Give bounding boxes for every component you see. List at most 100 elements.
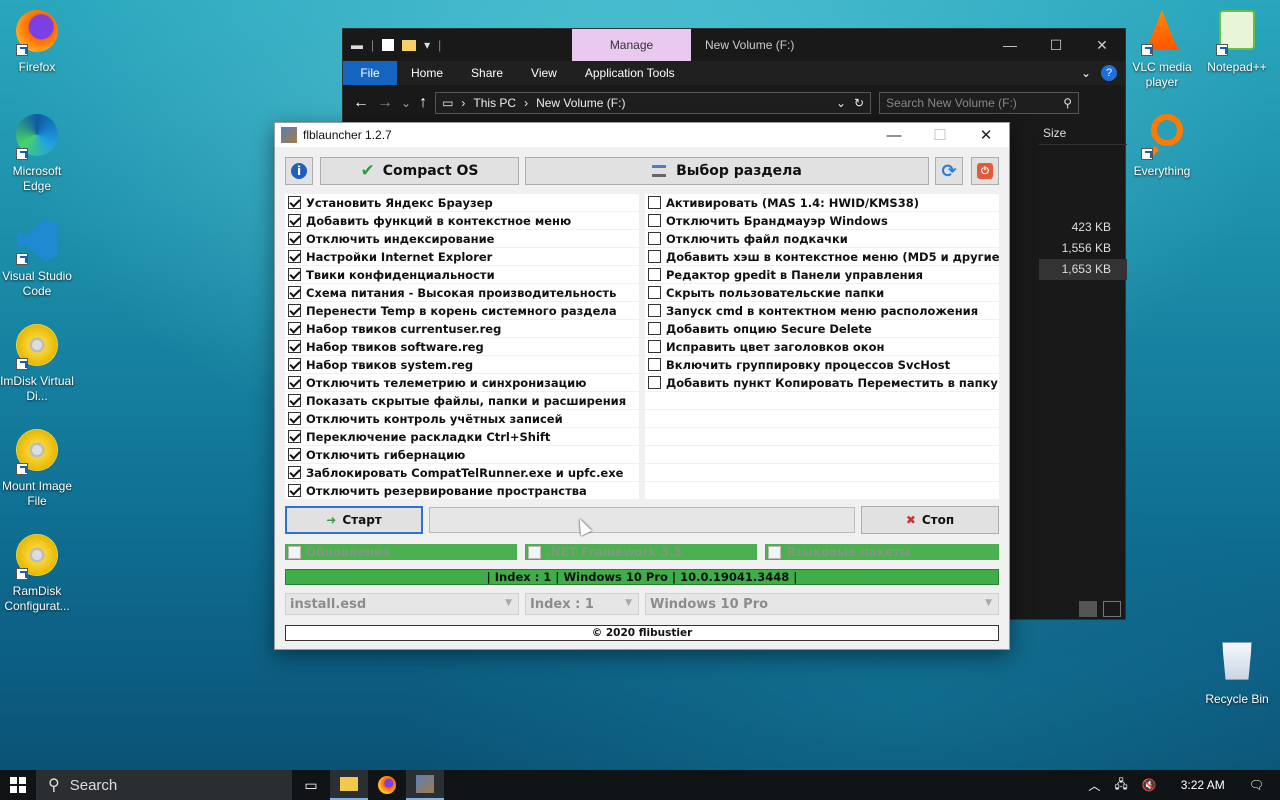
desktop-icon-ramdisk[interactable]: RamDisk Configurat... [0, 532, 74, 614]
option-row[interactable]: Отключить файл подкачки [645, 230, 999, 247]
option-row[interactable]: Редактор gpedit в Панели управления [645, 266, 999, 283]
option-row[interactable]: Отключить телеметрию и синхронизацию [285, 374, 639, 391]
tab-share[interactable]: Share [457, 66, 517, 80]
option-row[interactable]: Запуск cmd в контектном меню расположени… [645, 302, 999, 319]
option-checkbox[interactable] [288, 412, 301, 425]
option-checkbox[interactable] [288, 394, 301, 407]
chevron-down-icon[interactable]: ⌄ [1081, 66, 1091, 80]
desktop-icon-imdisk[interactable]: ImDisk Virtual Di... [0, 322, 74, 404]
taskbar-flblauncher[interactable] [406, 770, 444, 800]
chevron-down-icon[interactable]: ▾ [424, 38, 430, 52]
start-button[interactable]: ➜ Старт [285, 506, 423, 534]
chevron-up-icon[interactable]: ︿ [1088, 777, 1100, 794]
option-checkbox[interactable] [648, 196, 661, 209]
option-row[interactable]: Отключить Брандмауэр Windows [645, 212, 999, 229]
option-checkbox[interactable] [648, 214, 661, 227]
tab-view[interactable]: View [517, 66, 571, 80]
desktop-icon-edge[interactable]: Microsoft Edge [0, 112, 74, 194]
option-checkbox[interactable] [288, 286, 301, 299]
option-row[interactable]: Заблокировать CompatTelRunner.exe и upfc… [285, 464, 639, 481]
option-row[interactable]: Добавить опцию Secure Delete [645, 320, 999, 337]
desktop-icon-vlc[interactable]: VLC media player [1125, 8, 1199, 90]
breadcrumb-volume[interactable]: New Volume (F:) [536, 96, 625, 110]
task-view-button[interactable]: ▭ [292, 770, 330, 800]
search-input[interactable]: Search New Volume (F:) ⚲ [879, 92, 1080, 114]
option-row[interactable]: Твики конфиденциальности [285, 266, 639, 283]
option-checkbox[interactable] [288, 304, 301, 317]
option-checkbox[interactable] [288, 196, 301, 209]
compact-os-button[interactable]: ✔ Compact OS [320, 157, 519, 185]
size-column-header[interactable]: Size [1039, 121, 1127, 145]
option-checkbox[interactable] [648, 304, 661, 317]
desktop-icon-notepadpp[interactable]: Notepad++ [1200, 8, 1274, 75]
power-button[interactable]: ⏻ [971, 157, 999, 185]
option-row[interactable]: Схема питания - Высокая производительнос… [285, 284, 639, 301]
option-checkbox[interactable] [288, 448, 301, 461]
option-checkbox[interactable] [288, 214, 301, 227]
option-checkbox[interactable] [288, 484, 301, 497]
option-row[interactable]: Показать скрытые файлы, папки и расширен… [285, 392, 639, 409]
option-checkbox[interactable] [288, 340, 301, 353]
properties-icon[interactable] [382, 39, 395, 51]
option-row[interactable]: Перенести Temp в корень системного разде… [285, 302, 639, 319]
up-arrow-icon[interactable]: ↑ [419, 94, 427, 112]
close-icon[interactable]: ✕ [963, 126, 1009, 144]
flblauncher-window[interactable]: flblauncher 1.2.7 — ☐ ✕ i ✔ Compact OS В… [274, 122, 1010, 650]
option-checkbox[interactable] [648, 376, 661, 389]
taskbar-explorer[interactable] [330, 770, 368, 800]
option-row[interactable]: Отключить резервирование пространства [285, 482, 639, 499]
desktop-icon-mount-image[interactable]: Mount Image File [0, 427, 74, 509]
notifications-icon[interactable]: 🗨 [1249, 778, 1264, 792]
option-row[interactable]: Активировать (MAS 1.4: HWID/KMS38) [645, 194, 999, 211]
option-checkbox[interactable] [288, 430, 301, 443]
stop-button[interactable]: ✖ Стоп [861, 506, 999, 534]
large-icons-view-icon[interactable] [1103, 601, 1121, 617]
option-row[interactable]: Включить группировку процессов SvcHost [645, 356, 999, 373]
start-menu-button[interactable] [0, 770, 36, 800]
option-checkbox[interactable] [648, 286, 661, 299]
tab-file[interactable]: File [343, 61, 397, 85]
option-checkbox[interactable] [288, 358, 301, 371]
clock[interactable]: 3:22 AM [1181, 778, 1225, 792]
option-checkbox[interactable] [648, 322, 661, 335]
forward-arrow-icon[interactable]: → [377, 94, 393, 112]
breadcrumb-this-pc[interactable]: This PC [473, 96, 516, 110]
desktop-icon-firefox[interactable]: Firefox [0, 8, 74, 75]
option-row[interactable]: Добавить функций в контекстное меню [285, 212, 639, 229]
desktop-icon-everything[interactable]: Everything [1125, 112, 1199, 179]
option-row[interactable]: Отключить индексирование [285, 230, 639, 247]
option-row[interactable]: Установить Яндекс Браузер [285, 194, 639, 211]
option-checkbox[interactable] [288, 268, 301, 281]
close-icon[interactable]: ✕ [1079, 37, 1125, 54]
option-row[interactable]: Отключить гибернацию [285, 446, 639, 463]
tab-manage[interactable]: Manage [572, 29, 691, 61]
taskbar-firefox[interactable] [368, 770, 406, 800]
option-checkbox[interactable] [288, 466, 301, 479]
option-row[interactable]: Переключение раскладки Ctrl+Shift [285, 428, 639, 445]
back-arrow-icon[interactable]: ← [353, 94, 369, 112]
minimize-icon[interactable]: — [871, 127, 917, 144]
option-checkbox[interactable] [648, 250, 661, 263]
info-button[interactable]: i [285, 157, 313, 185]
drive-icon[interactable]: ▬ [351, 38, 363, 52]
maximize-icon[interactable]: ☐ [1033, 37, 1079, 54]
minimize-icon[interactable]: — [987, 37, 1033, 53]
option-checkbox[interactable] [288, 322, 301, 335]
option-row[interactable]: Набор твиков currentuser.reg [285, 320, 639, 337]
chevron-down-icon[interactable]: ⌄ [836, 96, 846, 110]
option-row[interactable]: Добавить пункт Копировать Переместить в … [645, 374, 999, 391]
option-checkbox[interactable] [648, 268, 661, 281]
option-row[interactable]: Настройки Internet Explorer [285, 248, 639, 265]
option-row[interactable]: Набор твиков software.reg [285, 338, 639, 355]
option-row[interactable]: Набор твиков system.reg [285, 356, 639, 373]
address-box[interactable]: ▭ › This PC › New Volume (F:) ⌄ ↻ [435, 92, 872, 114]
refresh-button[interactable]: ⟳ [935, 157, 963, 185]
option-checkbox[interactable] [288, 250, 301, 263]
desktop-icon-vscode[interactable]: Visual Studio Code [0, 217, 74, 299]
network-icon[interactable]: 🖧 [1114, 775, 1127, 796]
taskbar-search[interactable]: ⚲ Search [36, 770, 292, 800]
volume-muted-icon[interactable]: 🔇 [1142, 778, 1157, 792]
option-checkbox[interactable] [648, 358, 661, 371]
chevron-down-icon[interactable]: ⌄ [401, 96, 411, 110]
option-row[interactable]: Отключить контроль учётных записей [285, 410, 639, 427]
